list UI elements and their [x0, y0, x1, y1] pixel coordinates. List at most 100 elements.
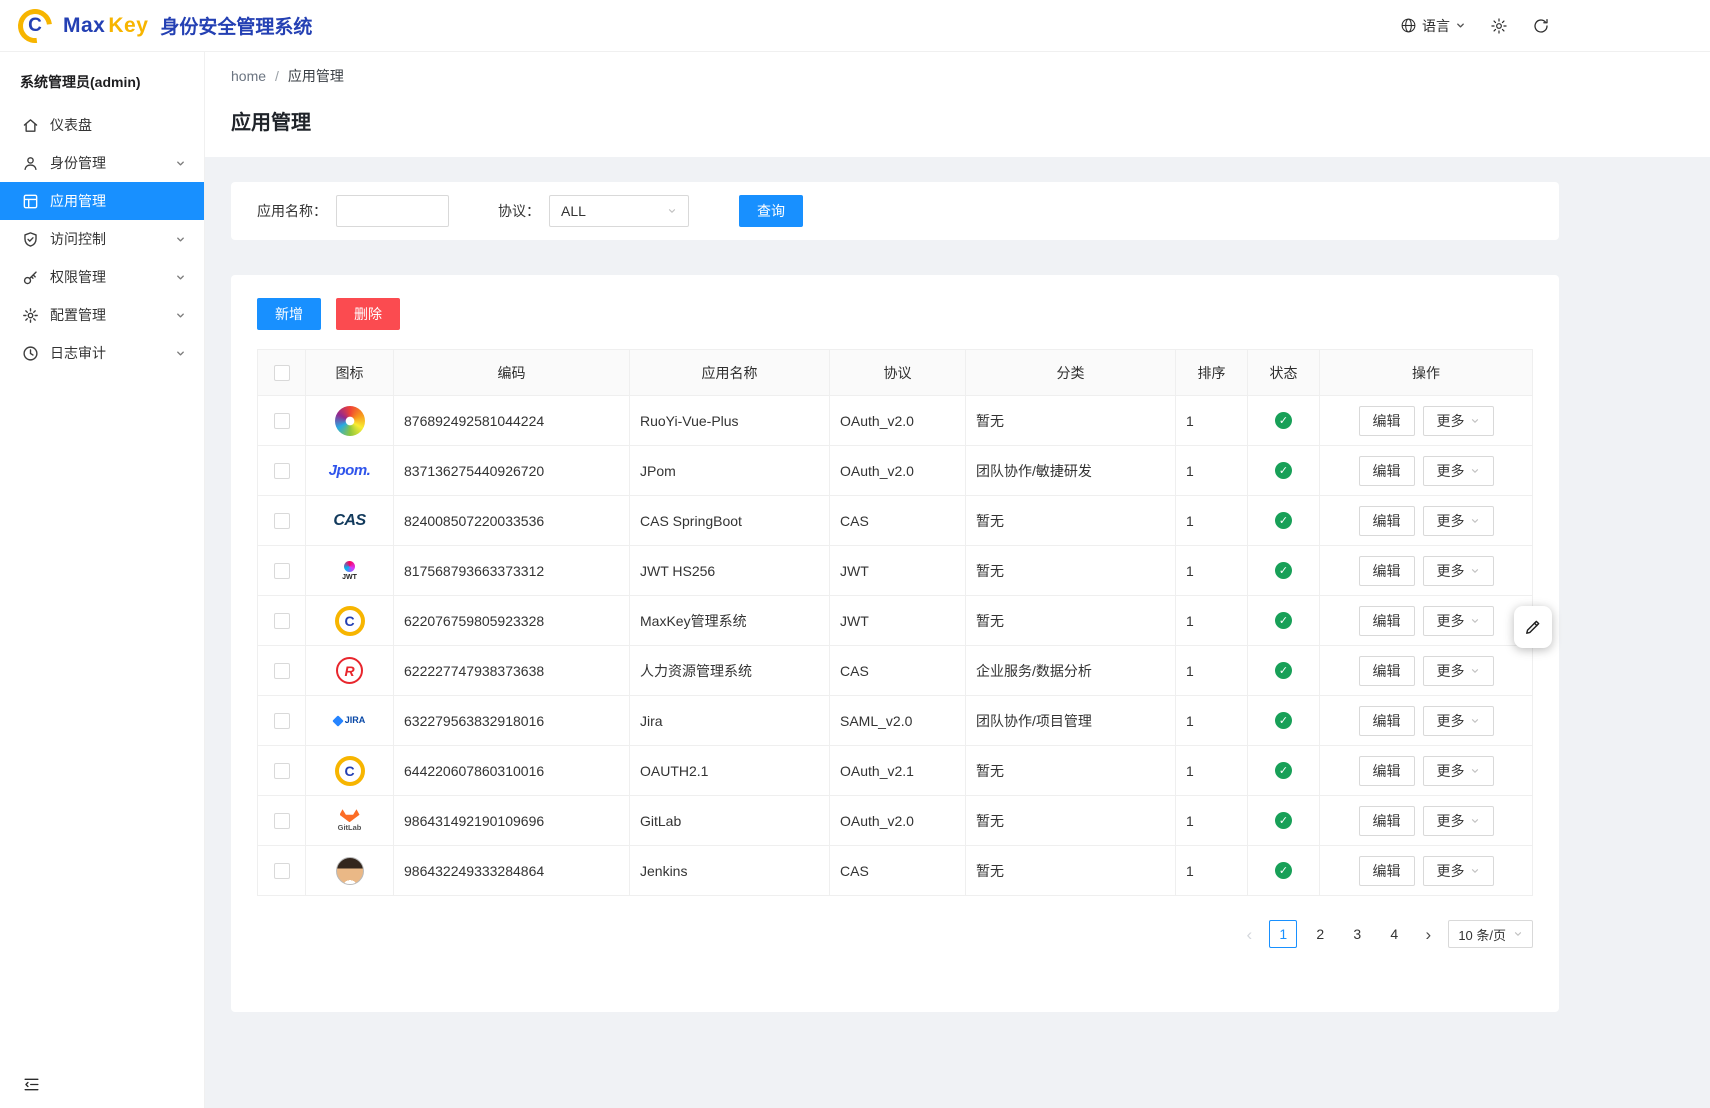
row-checkbox[interactable] — [274, 713, 290, 729]
app-name: JPom — [640, 463, 676, 479]
app-code: 837136275440926720 — [404, 463, 544, 479]
edit-button[interactable]: 编辑 — [1359, 856, 1415, 886]
more-button[interactable]: 更多 — [1423, 706, 1494, 736]
chevron-down-icon — [1470, 566, 1480, 576]
chevron-down-icon — [1470, 466, 1480, 476]
table-card: 新增 删除 图标 编码 应用名称 — [231, 275, 1559, 1012]
page-button-3[interactable]: 3 — [1343, 920, 1371, 948]
sidebar-item-access[interactable]: 访问控制 — [0, 220, 204, 258]
sidebar-item-permission[interactable]: 权限管理 — [0, 258, 204, 296]
edit-button[interactable]: 编辑 — [1359, 456, 1415, 486]
app-name-filter: 应用名称： — [257, 195, 449, 227]
main-layout: 系统管理员(admin) 仪表盘身份管理应用管理访问控制权限管理配置管理日志审计… — [0, 52, 1710, 1108]
select-all-checkbox[interactable] — [274, 365, 290, 381]
protocol-select[interactable]: ALL — [549, 195, 689, 227]
app-order: 1 — [1186, 513, 1194, 529]
row-checkbox[interactable] — [274, 863, 290, 879]
page-button-1[interactable]: 1 — [1269, 920, 1297, 948]
jira-logo-icon: JIRA — [316, 702, 383, 740]
edit-button[interactable]: 编辑 — [1359, 806, 1415, 836]
more-button[interactable]: 更多 — [1423, 856, 1494, 886]
status-active-icon: ✓ — [1275, 612, 1292, 629]
row-checkbox[interactable] — [274, 513, 290, 529]
pagination: ‹ 1234 › 10 条/页 — [257, 920, 1533, 948]
status-active-icon: ✓ — [1275, 862, 1292, 879]
more-button[interactable]: 更多 — [1423, 606, 1494, 636]
jenkins-logo-icon — [316, 852, 383, 890]
col-header-code: 编码 — [394, 350, 630, 396]
floating-edit-tool-button[interactable] — [1514, 606, 1552, 648]
app-protocol: JWT — [840, 613, 869, 629]
logout-icon[interactable] — [1532, 17, 1550, 35]
app-category: 团队协作/敏捷研发 — [976, 463, 1092, 479]
app-code: 876892492581044224 — [404, 413, 544, 429]
settings-gear-icon[interactable] — [1490, 17, 1508, 35]
app-name: OAUTH2.1 — [640, 763, 708, 779]
status-active-icon: ✓ — [1275, 762, 1292, 779]
breadcrumb-home-link[interactable]: home — [231, 68, 266, 84]
page-button-2[interactable]: 2 — [1306, 920, 1334, 948]
more-button[interactable]: 更多 — [1423, 756, 1494, 786]
edit-button[interactable]: 编辑 — [1359, 606, 1415, 636]
dashboard-icon — [22, 117, 39, 134]
sidebar-item-label: 应用管理 — [50, 191, 186, 211]
more-button[interactable]: 更多 — [1423, 406, 1494, 436]
user-icon — [22, 155, 39, 172]
edit-button[interactable]: 编辑 — [1359, 756, 1415, 786]
row-checkbox[interactable] — [274, 763, 290, 779]
col-header-order: 排序 — [1176, 350, 1248, 396]
app-order: 1 — [1186, 663, 1194, 679]
jpom-logo-icon: Jpom. — [316, 452, 383, 490]
prev-page-icon[interactable]: ‹ — [1238, 926, 1260, 943]
sidebar-item-identity[interactable]: 身份管理 — [0, 144, 204, 182]
more-button[interactable]: 更多 — [1423, 456, 1494, 486]
edit-button[interactable]: 编辑 — [1359, 406, 1415, 436]
main-content: home / 应用管理 应用管理 应用名称： 协议： ALL — [205, 52, 1710, 1108]
more-button[interactable]: 更多 — [1423, 806, 1494, 836]
app-order: 1 — [1186, 613, 1194, 629]
jwt-logo-icon: JWT — [316, 552, 383, 590]
more-button[interactable]: 更多 — [1423, 506, 1494, 536]
key-icon — [22, 269, 39, 286]
app-protocol: OAuth_v2.1 — [840, 763, 914, 779]
chevron-down-icon — [1470, 666, 1480, 676]
more-button[interactable]: 更多 — [1423, 556, 1494, 586]
table-row: JWT817568793663373312JWT HS256JWT暂无1✓编辑更… — [258, 546, 1533, 596]
next-page-icon[interactable]: › — [1417, 926, 1439, 943]
edit-button[interactable]: 编辑 — [1359, 556, 1415, 586]
sidebar-item-config[interactable]: 配置管理 — [0, 296, 204, 334]
menu-fold-icon[interactable] — [22, 1075, 41, 1094]
language-selector[interactable]: 语言 — [1400, 16, 1466, 36]
sidebar-item-audit[interactable]: 日志审计 — [0, 334, 204, 372]
page-head: home / 应用管理 应用管理 — [205, 52, 1710, 157]
edit-button[interactable]: 编辑 — [1359, 506, 1415, 536]
app-name-input[interactable] — [336, 195, 449, 227]
app-category: 暂无 — [976, 813, 1004, 829]
app-category: 暂无 — [976, 613, 1004, 629]
status-active-icon: ✓ — [1275, 512, 1292, 529]
sidebar-item-dashboard[interactable]: 仪表盘 — [0, 106, 204, 144]
sidebar-item-apps[interactable]: 应用管理 — [0, 182, 204, 220]
chevron-down-icon — [175, 234, 186, 245]
more-button[interactable]: 更多 — [1423, 656, 1494, 686]
add-button[interactable]: 新增 — [257, 298, 321, 330]
search-button[interactable]: 查询 — [739, 195, 803, 227]
app-category: 暂无 — [976, 413, 1004, 429]
row-checkbox[interactable] — [274, 413, 290, 429]
row-checkbox[interactable] — [274, 813, 290, 829]
row-checkbox[interactable] — [274, 463, 290, 479]
page-button-4[interactable]: 4 — [1380, 920, 1408, 948]
row-checkbox[interactable] — [274, 613, 290, 629]
page-size-select[interactable]: 10 条/页 — [1448, 920, 1533, 948]
edit-button[interactable]: 编辑 — [1359, 656, 1415, 686]
app-name: Jira — [640, 713, 663, 729]
chevron-down-icon — [1470, 866, 1480, 876]
app-protocol: JWT — [840, 563, 869, 579]
gitlab-logo-icon: GitLab — [316, 802, 383, 840]
row-checkbox[interactable] — [274, 663, 290, 679]
row-checkbox[interactable] — [274, 563, 290, 579]
app-category: 暂无 — [976, 863, 1004, 879]
delete-button[interactable]: 删除 — [336, 298, 400, 330]
col-header-protocol: 协议 — [830, 350, 966, 396]
edit-button[interactable]: 编辑 — [1359, 706, 1415, 736]
